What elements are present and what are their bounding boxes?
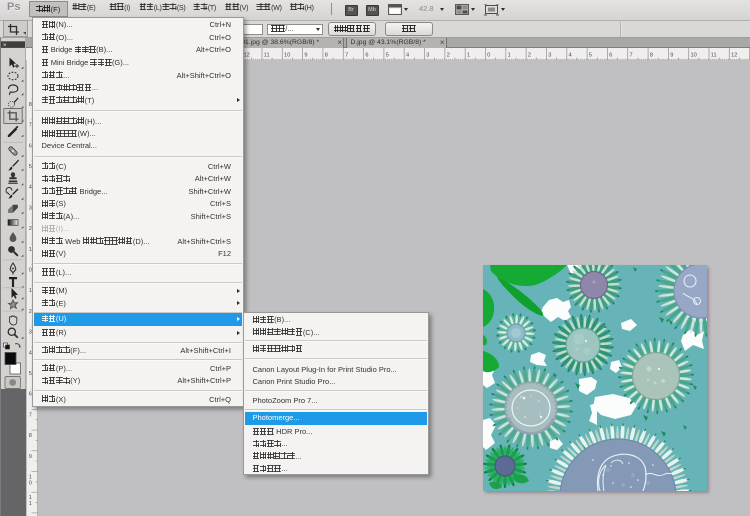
svg-text:7: 7	[345, 52, 348, 58]
svg-text:9: 9	[28, 454, 31, 460]
svg-text:5: 5	[28, 164, 31, 170]
svg-text:8: 8	[325, 52, 328, 58]
svg-text:1: 1	[28, 501, 31, 507]
svg-text:7: 7	[28, 412, 31, 418]
svg-text:11: 11	[264, 52, 270, 58]
svg-text:9: 9	[670, 52, 673, 58]
svg-text:4: 4	[406, 52, 409, 58]
svg-text:5: 5	[28, 371, 31, 377]
svg-text:0: 0	[28, 268, 31, 274]
svg-text:6: 6	[28, 392, 31, 398]
svg-text:6: 6	[365, 52, 368, 58]
svg-text:12: 12	[244, 52, 250, 58]
svg-text:5: 5	[589, 52, 592, 58]
svg-text:9: 9	[304, 52, 307, 58]
svg-text:3: 3	[28, 330, 31, 336]
svg-text:3: 3	[426, 52, 429, 58]
svg-text:1: 1	[508, 52, 511, 58]
svg-text:2: 2	[528, 52, 531, 58]
svg-text:5: 5	[386, 52, 389, 58]
svg-text:2: 2	[447, 52, 450, 58]
svg-text:7: 7	[630, 52, 633, 58]
svg-text:1: 1	[467, 52, 470, 58]
svg-text:6: 6	[28, 143, 31, 149]
svg-text:12: 12	[731, 52, 737, 58]
svg-text:8: 8	[28, 102, 31, 108]
svg-text:4: 4	[28, 185, 31, 191]
svg-text:6: 6	[609, 52, 612, 58]
svg-text:1: 1	[28, 247, 31, 253]
svg-text:7: 7	[28, 123, 31, 129]
svg-text:3: 3	[28, 205, 31, 211]
svg-text:0: 0	[28, 480, 31, 486]
svg-text:10: 10	[284, 52, 290, 58]
svg-text:2: 2	[28, 226, 31, 232]
svg-text:4: 4	[28, 350, 31, 356]
svg-text:10: 10	[691, 52, 697, 58]
svg-text:0: 0	[487, 52, 490, 58]
svg-text:8: 8	[28, 433, 31, 439]
svg-text:2: 2	[28, 309, 31, 315]
svg-text:4: 4	[569, 52, 572, 58]
svg-text:8: 8	[650, 52, 653, 58]
svg-text:3: 3	[548, 52, 551, 58]
svg-text:11: 11	[711, 52, 717, 58]
svg-text:1: 1	[28, 288, 31, 294]
